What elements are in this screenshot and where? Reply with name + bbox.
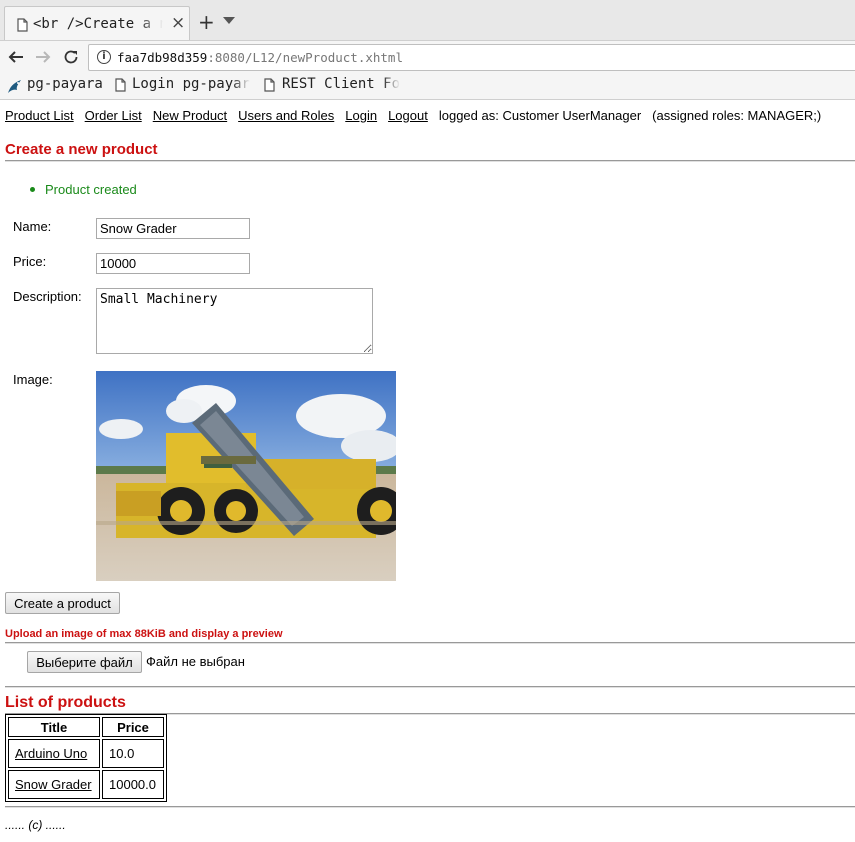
product-list-heading: List of products bbox=[5, 694, 126, 711]
product-price-cell: 10.0 bbox=[102, 739, 164, 768]
bullet-icon bbox=[30, 187, 35, 193]
product-link[interactable]: Snow Grader bbox=[15, 777, 92, 792]
bookmark-login-pg-payara[interactable]: Login pg-payara bbox=[132, 76, 250, 92]
menu-new-product[interactable]: New Product bbox=[153, 108, 227, 123]
description-label: Description: bbox=[13, 289, 82, 304]
upload-divider bbox=[5, 642, 855, 644]
tab-title: <br />Create a new product bbox=[33, 16, 163, 32]
product-image-preview bbox=[96, 371, 396, 581]
top-menu: Product List Order List New Product Users a… bbox=[5, 108, 832, 123]
choose-file-button[interactable]: Выберите файл bbox=[27, 651, 142, 673]
table-row: Snow Grader 10000.0 bbox=[8, 770, 164, 799]
chevron-down-icon[interactable] bbox=[223, 17, 235, 24]
logged-as-text: logged as: Customer UserManager bbox=[438, 108, 642, 123]
footer-text: ...... (c) ...... bbox=[5, 818, 66, 832]
forward-arrow-icon[interactable] bbox=[33, 47, 53, 67]
page-icon bbox=[264, 78, 275, 95]
payara-fish-icon bbox=[6, 78, 24, 98]
close-tab-icon[interactable]: × bbox=[171, 13, 185, 33]
bookmarks-bar: pg-payara Login pg-payara REST Client Fo… bbox=[0, 73, 855, 100]
menu-logout[interactable]: Logout bbox=[388, 108, 428, 123]
status-message: Product created bbox=[30, 182, 137, 197]
product-price-cell: 10000.0 bbox=[102, 770, 164, 799]
product-link[interactable]: Arduino Uno bbox=[15, 746, 87, 761]
price-input[interactable] bbox=[96, 253, 250, 274]
info-icon[interactable]: i bbox=[97, 50, 111, 64]
section-divider bbox=[5, 686, 855, 688]
assigned-roles-text: (assigned roles: MANAGER;) bbox=[652, 108, 822, 123]
column-title: Title bbox=[8, 717, 100, 737]
page-icon bbox=[17, 18, 28, 35]
name-input[interactable] bbox=[96, 218, 250, 239]
url-text: faa7db98d359:8080/L12/newProduct.xhtml bbox=[117, 50, 403, 65]
back-arrow-icon[interactable] bbox=[6, 47, 26, 67]
menu-order-list[interactable]: Order List bbox=[85, 108, 142, 123]
tab-strip: <br />Create a new product × + bbox=[0, 0, 855, 40]
product-title-cell: Snow Grader bbox=[8, 770, 100, 799]
new-tab-icon[interactable]: + bbox=[198, 12, 215, 32]
menu-users-and-roles[interactable]: Users and Roles bbox=[238, 108, 334, 123]
menu-login[interactable]: Login bbox=[345, 108, 377, 123]
status-message-text: Product created bbox=[45, 182, 137, 197]
image-label: Image: bbox=[13, 372, 53, 387]
table-row: Arduino Uno 10.0 bbox=[8, 739, 164, 768]
create-product-heading: Create a new product bbox=[5, 141, 158, 158]
page-icon bbox=[115, 78, 126, 95]
reload-icon[interactable] bbox=[61, 47, 81, 67]
bookmark-pg-payara[interactable]: pg-payara bbox=[27, 76, 103, 92]
product-title-cell: Arduino Uno bbox=[8, 739, 100, 768]
heading-divider bbox=[5, 160, 855, 162]
address-bar[interactable]: i faa7db98d359:8080/L12/newProduct.xhtml bbox=[88, 44, 855, 71]
table-header-row: Title Price bbox=[8, 717, 164, 737]
footer-divider bbox=[5, 806, 855, 808]
menu-product-list[interactable]: Product List bbox=[5, 108, 74, 123]
column-price: Price bbox=[102, 717, 164, 737]
no-file-text: Файл не выбран bbox=[146, 654, 245, 669]
upload-heading: Upload an image of max 88KiB and display… bbox=[5, 628, 283, 640]
browser-tab[interactable]: <br />Create a new product × bbox=[4, 6, 190, 40]
price-label: Price: bbox=[13, 254, 47, 269]
name-label: Name: bbox=[13, 219, 52, 234]
bookmark-rest-client[interactable]: REST Client For bbox=[282, 76, 400, 92]
create-product-button[interactable]: Create a product bbox=[5, 592, 120, 614]
navigation-bar: i faa7db98d359:8080/L12/newProduct.xhtml bbox=[0, 40, 855, 73]
description-textarea[interactable]: Small Machinery bbox=[96, 288, 373, 354]
products-table: Title Price Arduino Uno 10.0 Snow Grader… bbox=[5, 714, 167, 802]
